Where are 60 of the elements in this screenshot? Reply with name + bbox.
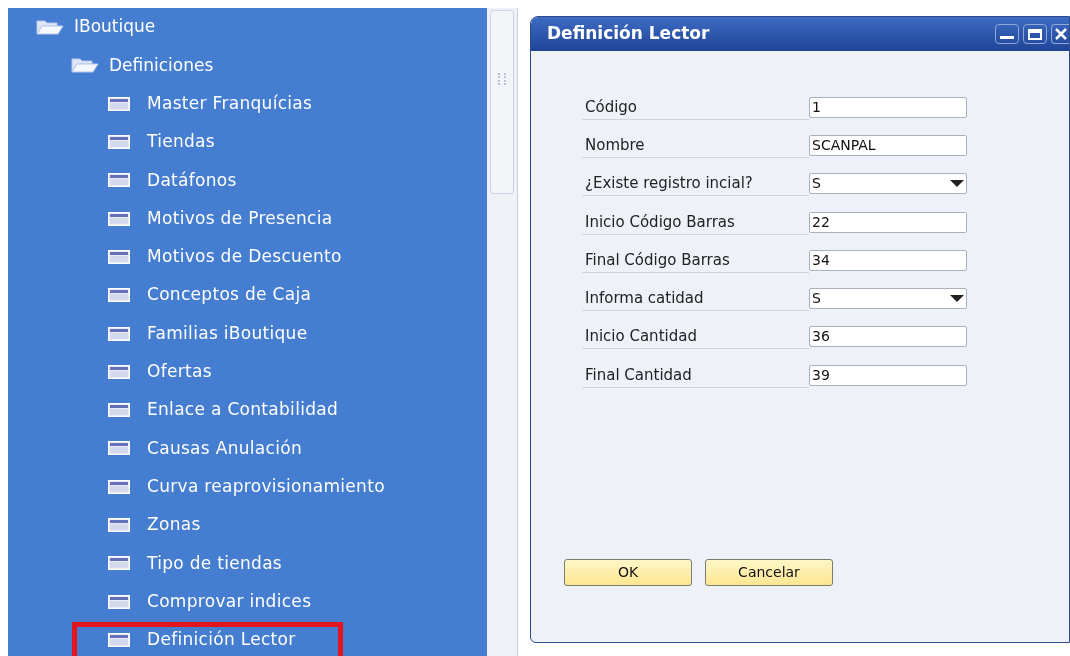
window-icon [108, 556, 130, 571]
tree-item[interactable]: Comprovar indices [147, 588, 312, 615]
input-field[interactable]: 22 [809, 211, 967, 233]
field-label: Código [582, 94, 809, 120]
window-icon [108, 403, 130, 418]
dialog-button[interactable]: OK [564, 559, 692, 587]
window-icon [108, 632, 130, 647]
grip-icon [498, 73, 506, 85]
field-label: Informa catidad [582, 286, 809, 312]
tree-item[interactable]: Tipo de tiendas [147, 550, 283, 577]
dropdown-field[interactable]: S [809, 288, 967, 310]
dialog-button[interactable]: Cancelar [705, 559, 833, 587]
window-icon [108, 211, 130, 226]
tree-folder[interactable]: IBoutique [74, 14, 156, 40]
window-icon [108, 173, 130, 188]
tree-item[interactable]: Datáfonos [147, 167, 237, 194]
minimize-icon[interactable] [995, 24, 1019, 44]
window-icon [108, 441, 130, 456]
window-icon [108, 249, 130, 264]
tree-item[interactable]: Tiendas [147, 129, 215, 155]
maximize-icon[interactable] [1023, 24, 1047, 44]
scrollbar-thumb[interactable] [490, 10, 514, 194]
field-label: Inicio Código Barras [582, 209, 809, 235]
folder-icon[interactable] [71, 57, 99, 74]
tree-folder[interactable]: Definiciones [109, 52, 214, 79]
tree-item[interactable]: Curva reaprovisionamiento [147, 473, 385, 500]
window-icon [108, 518, 130, 532]
window-title: Definición Lector [547, 22, 711, 46]
input-field[interactable]: 34 [809, 249, 967, 271]
tree-item[interactable]: Master Franquícias [147, 91, 313, 117]
window-icon [108, 594, 130, 609]
window-icon [108, 479, 130, 494]
tree-item[interactable]: Conceptos de Caja [147, 282, 312, 308]
dropdown-field[interactable]: S [809, 173, 967, 195]
window-icon [108, 364, 130, 379]
tree-item[interactable]: Ofertas [147, 359, 212, 385]
dropdown-arrow-icon [950, 180, 964, 188]
window-icon [108, 288, 130, 303]
tree-item[interactable]: Motivos de Presencia [147, 205, 333, 232]
tree-item[interactable]: Zonas [147, 512, 201, 538]
field-label: Inicio Cantidad [582, 324, 809, 350]
field-label: Final Cantidad [582, 362, 809, 388]
tree-item[interactable]: Motivos de Descuento [147, 244, 342, 270]
close-icon[interactable] [1051, 24, 1069, 44]
window-icon [108, 326, 130, 341]
field-label: Nombre [582, 132, 809, 158]
tree-item[interactable]: Causas Anulación [147, 435, 302, 462]
window-icon [108, 96, 130, 111]
input-field[interactable]: 36 [809, 326, 967, 348]
input-field[interactable]: 39 [809, 364, 967, 386]
input-field[interactable]: 1 [809, 96, 967, 118]
tree-item[interactable]: Enlace a Contabilidad [147, 397, 339, 423]
tree-item[interactable]: Familias iBoutique [147, 320, 308, 347]
field-label: ¿Existe registro incial? [582, 171, 809, 197]
tree-item[interactable]: Definición Lector [147, 627, 296, 653]
input-field[interactable]: SCANPAL [809, 134, 967, 156]
window-icon [108, 135, 130, 150]
folder-icon[interactable] [36, 19, 64, 36]
field-label: Final Código Barras [582, 247, 809, 273]
dropdown-arrow-icon [950, 295, 964, 303]
